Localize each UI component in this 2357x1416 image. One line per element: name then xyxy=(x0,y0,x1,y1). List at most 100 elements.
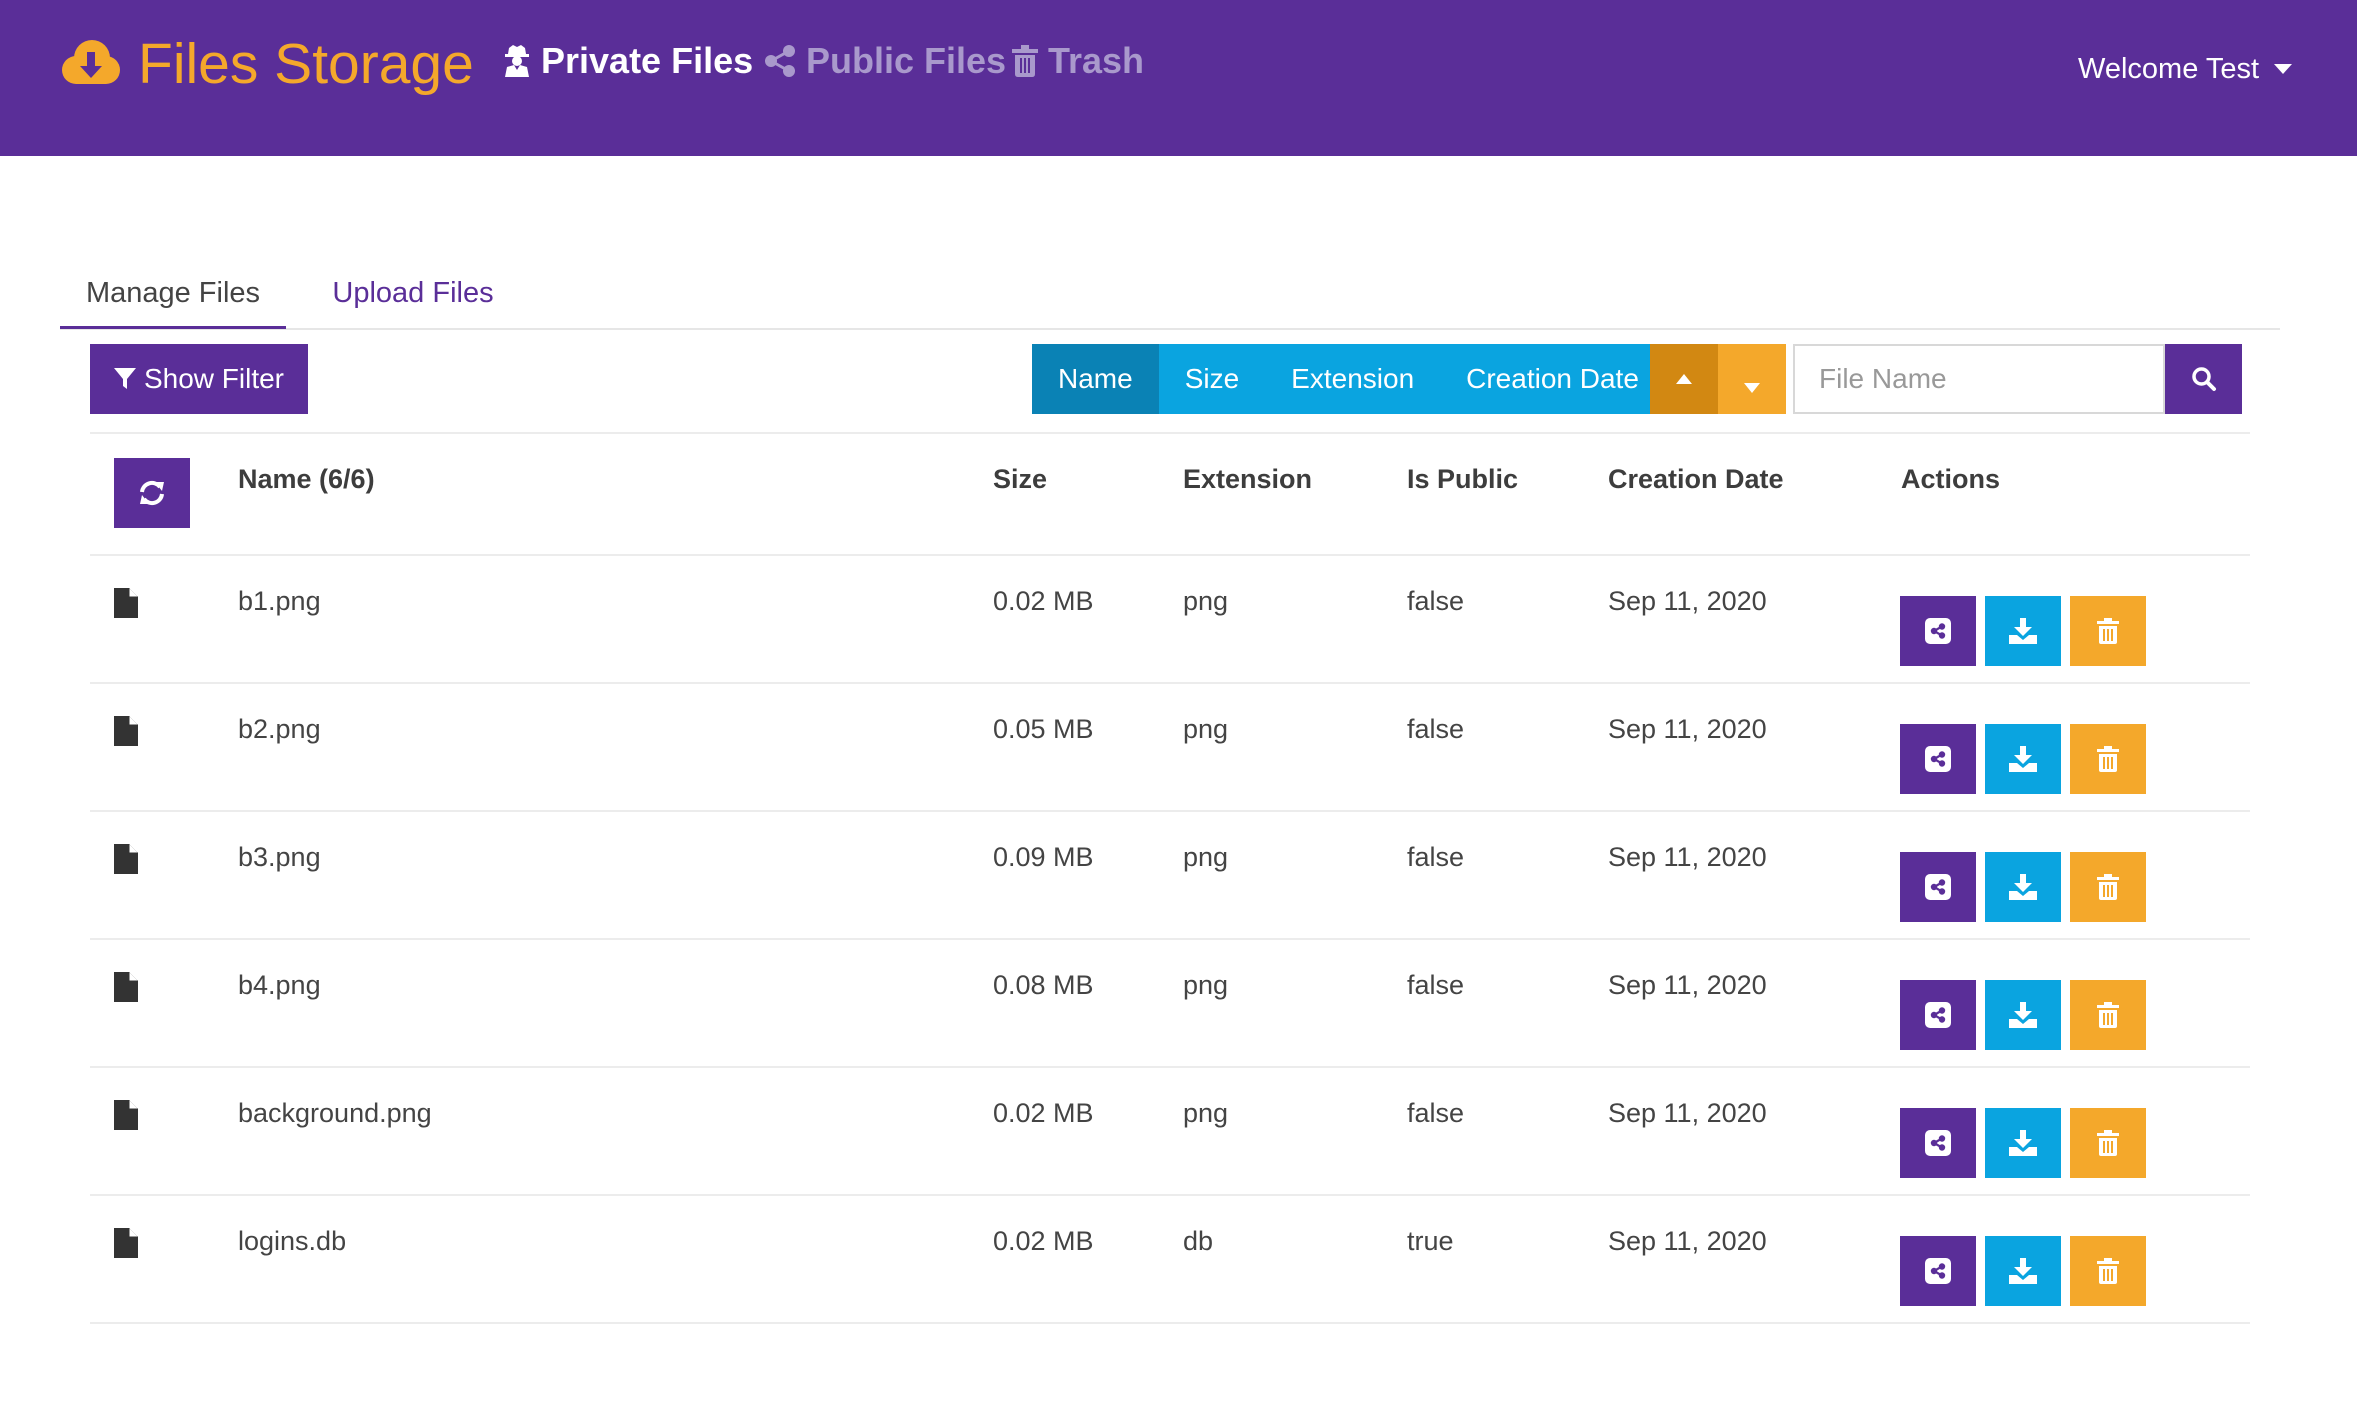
share-square-icon xyxy=(1925,874,1951,900)
share-button[interactable] xyxy=(1900,852,1976,922)
table-row: b1.png 0.02 MB png false Sep 11, 2020 xyxy=(90,556,2250,684)
file-is-public-cell: false xyxy=(1407,1098,1465,1128)
file-size-cell: 0.02 MB xyxy=(993,1098,1094,1128)
file-extension-cell: db xyxy=(1183,1226,1214,1256)
column-header-name[interactable]: Name (6/6) xyxy=(238,464,375,495)
file-name-cell[interactable]: b2.png xyxy=(238,714,321,745)
download-button[interactable] xyxy=(1985,980,2061,1050)
tab-upload-files[interactable]: Upload Files xyxy=(300,260,526,326)
sort-name-button[interactable]: Name xyxy=(1032,344,1159,414)
file-extension-cell: png xyxy=(1183,970,1229,1000)
share-button[interactable] xyxy=(1900,1236,1976,1306)
tab-manage-files[interactable]: Manage Files xyxy=(60,260,286,329)
search-button[interactable] xyxy=(2165,344,2242,414)
download-button[interactable] xyxy=(1985,852,2061,922)
sort-size-button[interactable]: Size xyxy=(1158,344,1266,414)
refresh-icon xyxy=(138,479,166,507)
download-button[interactable] xyxy=(1985,724,2061,794)
column-header-creation-date[interactable]: Creation Date xyxy=(1608,464,1784,495)
delete-button[interactable] xyxy=(2070,852,2146,922)
caret-up-icon xyxy=(1676,374,1692,384)
nav-trash-label: Trash xyxy=(1048,40,1145,81)
show-filter-button[interactable]: Show Filter xyxy=(90,344,308,414)
row-actions xyxy=(1900,1236,2155,1306)
file-is-public-cell: false xyxy=(1407,970,1465,1000)
file-size-cell: 0.02 MB xyxy=(993,586,1094,616)
tabs: Manage Files Upload Files xyxy=(60,260,2280,330)
files-table: Name (6/6) Size Extension Is Public Crea… xyxy=(90,432,2250,1324)
nav-public-files[interactable]: Public Files xyxy=(764,34,1006,88)
file-name-cell[interactable]: b3.png xyxy=(238,842,321,873)
table-row: background.png 0.02 MB png false Sep 11,… xyxy=(90,1068,2250,1196)
share-button[interactable] xyxy=(1900,980,1976,1050)
file-icon xyxy=(114,1228,138,1258)
nav-public-files-label: Public Files xyxy=(806,40,1007,81)
column-header-extension[interactable]: Extension xyxy=(1183,464,1312,495)
file-name-cell[interactable]: b4.png xyxy=(238,970,321,1001)
sort-creation-date-button[interactable]: Creation Date xyxy=(1440,344,1665,414)
column-header-size[interactable]: Size xyxy=(993,464,1047,495)
file-extension-cell: png xyxy=(1183,586,1229,616)
column-header-is-public[interactable]: Is Public xyxy=(1407,464,1518,495)
caret-down-icon xyxy=(2274,64,2293,74)
brand-title: Files Storage xyxy=(138,32,474,96)
cloud-download-icon xyxy=(58,38,122,90)
file-creation-date-cell: Sep 11, 2020 xyxy=(1608,842,1767,872)
share-button[interactable] xyxy=(1900,1108,1976,1178)
table-row: logins.db 0.02 MB db true Sep 11, 2020 xyxy=(90,1196,2250,1324)
file-name-cell[interactable]: logins.db xyxy=(238,1226,346,1257)
file-name-cell[interactable]: background.png xyxy=(238,1098,432,1129)
file-is-public-cell: false xyxy=(1407,586,1465,616)
file-is-public-cell: false xyxy=(1407,714,1465,744)
share-square-icon xyxy=(1925,1130,1951,1156)
share-square-icon xyxy=(1925,746,1951,772)
row-actions xyxy=(1900,596,2155,666)
file-icon xyxy=(114,1100,138,1130)
file-creation-date-cell: Sep 11, 2020 xyxy=(1608,970,1767,1000)
download-button[interactable] xyxy=(1985,1108,2061,1178)
file-extension-cell: png xyxy=(1183,1098,1229,1128)
delete-button[interactable] xyxy=(2070,724,2146,794)
delete-button[interactable] xyxy=(2070,1236,2146,1306)
delete-button[interactable] xyxy=(2070,596,2146,666)
share-square-icon xyxy=(1925,618,1951,644)
file-is-public-cell: false xyxy=(1407,842,1465,872)
download-button[interactable] xyxy=(1985,1236,2061,1306)
sort-order-group xyxy=(1650,344,1786,414)
row-actions xyxy=(1900,724,2155,794)
nav-private-files-label: Private Files xyxy=(541,40,754,81)
user-menu-dropdown[interactable]: Welcome Test xyxy=(2078,44,2293,94)
download-icon xyxy=(2009,1002,2037,1028)
brand[interactable]: Files Storage xyxy=(58,24,474,104)
nav-private-files[interactable]: Private Files xyxy=(503,34,753,88)
refresh-button[interactable] xyxy=(114,458,190,528)
delete-button[interactable] xyxy=(2070,980,2146,1050)
file-creation-date-cell: Sep 11, 2020 xyxy=(1608,1098,1767,1128)
file-name-cell[interactable]: b1.png xyxy=(238,586,321,617)
table-header: Name (6/6) Size Extension Is Public Crea… xyxy=(90,432,2250,556)
trash-icon xyxy=(2097,1258,2119,1284)
download-icon xyxy=(2009,746,2037,772)
share-button[interactable] xyxy=(1900,596,1976,666)
sort-descending-button[interactable] xyxy=(1718,344,1786,414)
share-square-icon xyxy=(1925,1258,1951,1284)
caret-down-icon xyxy=(1744,365,1760,393)
nav-trash[interactable]: Trash xyxy=(1012,34,1144,88)
trash-icon xyxy=(2097,1130,2119,1156)
download-icon xyxy=(2009,1258,2037,1284)
file-creation-date-cell: Sep 11, 2020 xyxy=(1608,714,1767,744)
table-body: b1.png 0.02 MB png false Sep 11, 2020 b2… xyxy=(90,556,2250,1324)
trash-icon xyxy=(2097,746,2119,772)
sort-ascending-button[interactable] xyxy=(1650,344,1718,414)
delete-button[interactable] xyxy=(2070,1108,2146,1178)
sort-by-group: Name Size Extension Creation Date xyxy=(1032,344,1665,414)
download-button[interactable] xyxy=(1985,596,2061,666)
file-name-search-input[interactable] xyxy=(1793,344,2165,414)
file-creation-date-cell: Sep 11, 2020 xyxy=(1608,1226,1767,1256)
share-button[interactable] xyxy=(1900,724,1976,794)
download-icon xyxy=(2009,874,2037,900)
trash-icon xyxy=(2097,618,2119,644)
row-actions xyxy=(1900,980,2155,1050)
sort-extension-button[interactable]: Extension xyxy=(1265,344,1441,414)
navbar: Files Storage Private Files Public Files xyxy=(0,0,2357,156)
